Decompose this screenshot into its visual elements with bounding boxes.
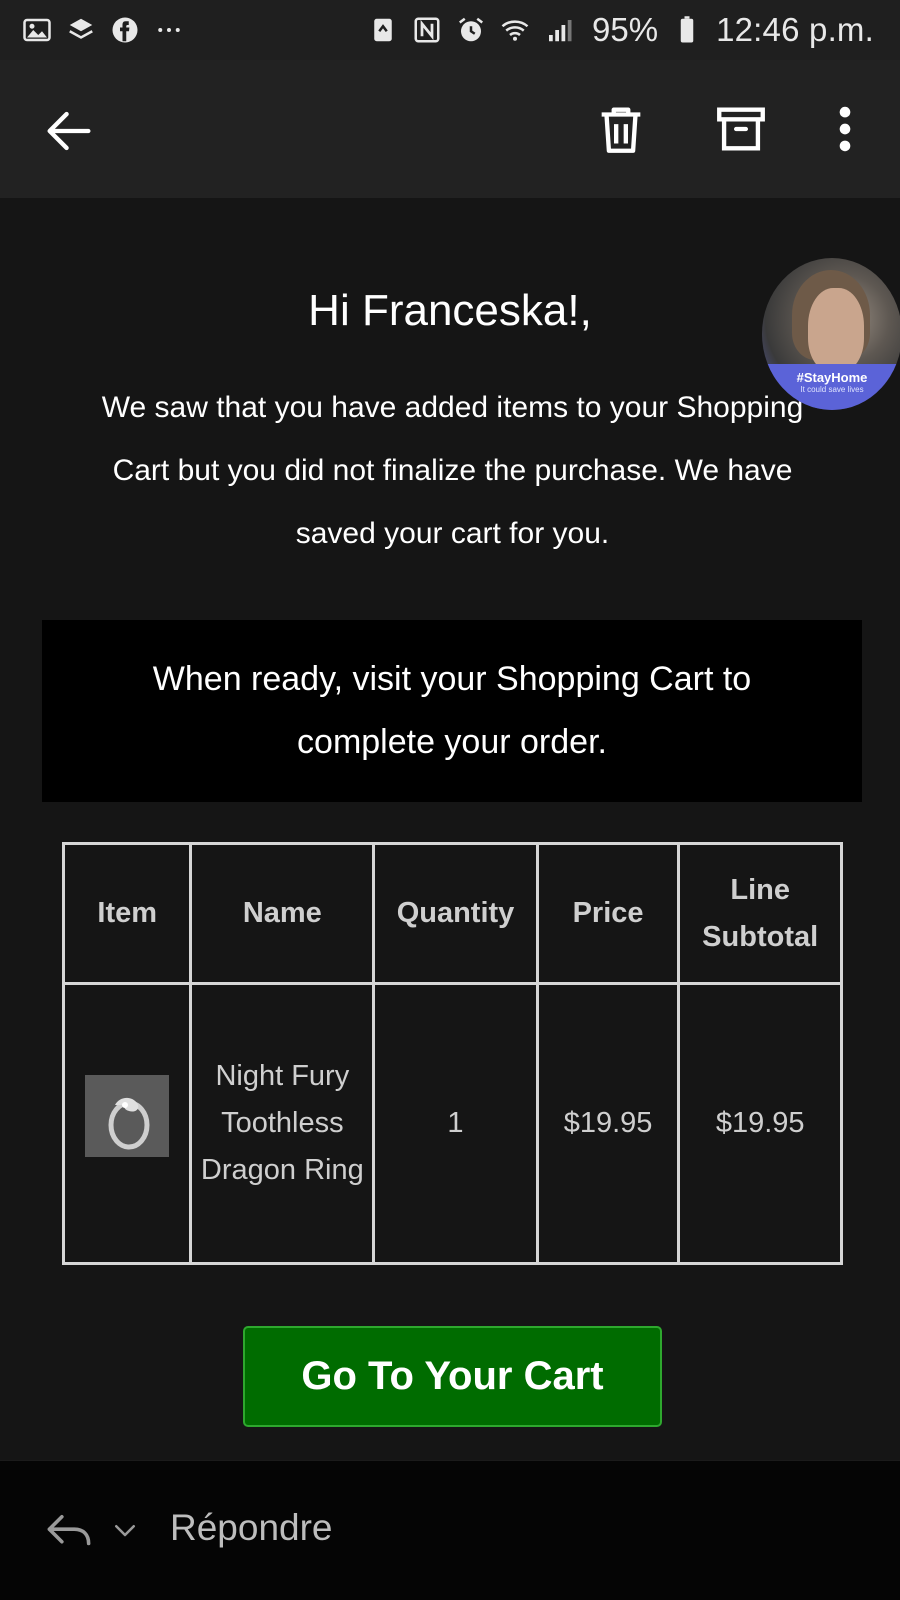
reply-button[interactable]: Répondre — [170, 1507, 333, 1549]
reply-bar: Répondre — [0, 1460, 900, 1600]
avatar-face — [808, 288, 864, 372]
email-body: Hi Franceska!, We saw that you have adde… — [0, 198, 900, 1460]
sender-avatar[interactable]: #StayHome It could save lives — [762, 258, 900, 410]
item-price: $19.95 — [535, 982, 681, 1265]
item-cell — [61, 982, 193, 1265]
reply-icon[interactable] — [44, 1509, 94, 1553]
header-price: Price — [535, 842, 681, 985]
alarm-icon — [456, 15, 486, 45]
item-name[interactable]: Night Fury Toothless Dragon Ring — [189, 982, 376, 1265]
nfc-icon — [412, 15, 442, 45]
facebook-icon — [110, 15, 140, 45]
avatar-tag: #StayHome — [796, 370, 868, 385]
layers-icon — [66, 15, 96, 45]
go-to-cart-button[interactable]: Go To Your Cart — [243, 1326, 662, 1427]
archive-icon[interactable] — [712, 100, 770, 158]
email-toolbar — [0, 60, 900, 198]
status-bar-right: 95% 12:46 p.m. — [368, 11, 874, 49]
item-line-subtotal: $19.95 — [677, 982, 843, 1265]
intro-paragraph: We saw that you have added items to your… — [101, 391, 804, 550]
status-bar: 95% 12:46 p.m. — [0, 0, 900, 60]
battery-icon — [672, 15, 702, 45]
more-dots-icon — [154, 15, 184, 45]
table-header-row: Item Name Quantity Price Line Subtotal — [61, 842, 843, 985]
item-quantity: 1 — [372, 982, 539, 1265]
chevron-down-icon[interactable] — [110, 1515, 140, 1545]
recycle-icon — [368, 15, 398, 45]
avatar-subtext: It could save lives — [800, 385, 864, 394]
header-quantity: Quantity — [372, 842, 539, 985]
table-row: Night Fury Toothless Dragon Ring 1 $19.9… — [61, 982, 843, 1265]
trash-icon[interactable] — [592, 100, 650, 158]
signal-icon — [544, 15, 574, 45]
wifi-icon — [500, 15, 530, 45]
cart-banner: When ready, visit your Shopping Cart to … — [42, 620, 862, 802]
battery-percentage: 95% — [592, 11, 659, 48]
clock: 12:46 p.m. — [716, 11, 874, 48]
avatar-band: #StayHome It could save lives — [762, 364, 900, 410]
image-icon — [22, 15, 52, 45]
ring-thumbnail[interactable] — [85, 1075, 170, 1157]
arrow-back-icon[interactable] — [40, 102, 98, 160]
header-line-subtotal: Line Subtotal — [677, 842, 843, 985]
cart-table: Item Name Quantity Price Line Subtotal N… — [61, 842, 843, 1265]
status-bar-left — [22, 15, 184, 45]
more-vertical-icon[interactable] — [828, 100, 862, 158]
header-name: Name — [189, 842, 376, 985]
header-item: Item — [61, 842, 193, 985]
